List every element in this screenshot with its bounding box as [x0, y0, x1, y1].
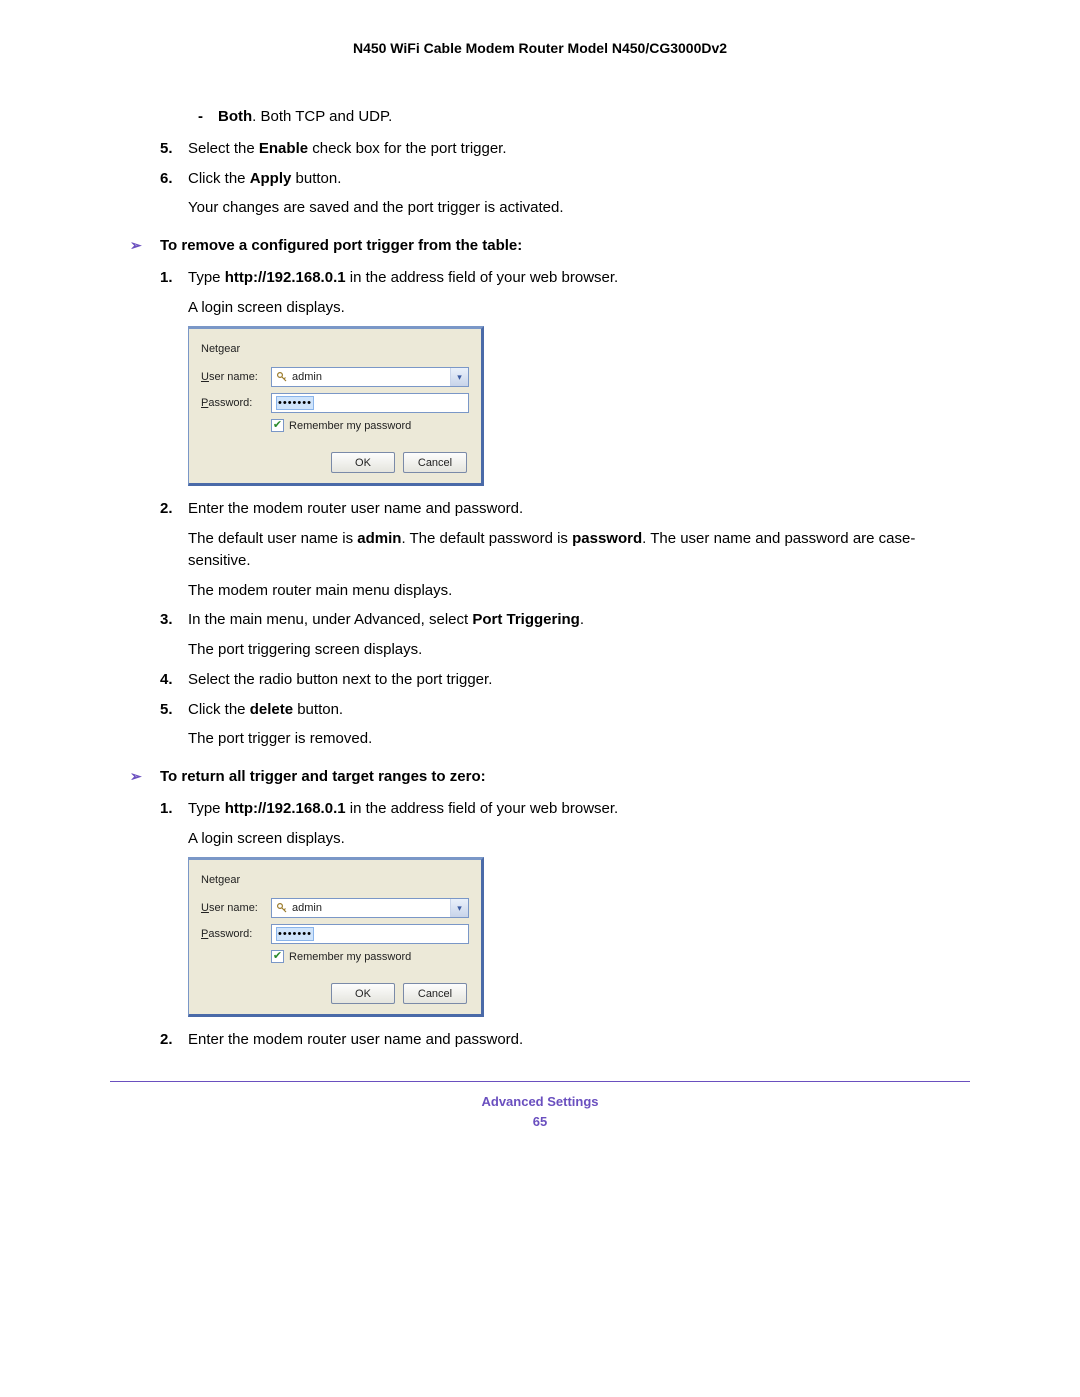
- login-buttons: OK Cancel: [201, 452, 469, 473]
- step-num: 1.: [160, 267, 188, 289]
- body-content: - Both. Both TCP and UDP. 5. Select the …: [110, 106, 970, 1051]
- bullet-desc: . Both TCP and UDP.: [252, 108, 392, 125]
- remove-step-2-cont-b: The modem router main menu displays.: [188, 580, 970, 602]
- login-user-row: User name: admin ▾: [201, 367, 469, 387]
- key-icon: [276, 902, 288, 914]
- footer-section: Advanced Settings: [110, 1092, 970, 1112]
- login-pass-row: Password: •••••••: [201, 924, 469, 944]
- step-text: Type http://192.168.0.1 in the address f…: [188, 267, 970, 289]
- step-text: Click the delete button.: [188, 699, 970, 721]
- arrow-icon: ➢: [130, 235, 160, 257]
- step-num: 6.: [160, 168, 188, 190]
- step-text: Type http://192.168.0.1 in the address f…: [188, 798, 970, 820]
- checkbox-checked-icon[interactable]: ✔: [271, 950, 284, 963]
- remove-step-5: 5. Click the delete button.: [160, 699, 970, 721]
- bullet-text: Both. Both TCP and UDP.: [218, 106, 392, 128]
- return-step-2: 2. Enter the modem router user name and …: [160, 1029, 970, 1051]
- step-num: 5.: [160, 699, 188, 721]
- login-buttons: OK Cancel: [201, 983, 469, 1004]
- login-realm: Netgear: [201, 343, 469, 355]
- login-user-value: admin: [292, 371, 322, 383]
- login-pass-row: Password: •••••••: [201, 393, 469, 413]
- step-num: 3.: [160, 609, 188, 631]
- login-user-label: User name:: [201, 371, 271, 383]
- login-pass-label: Password:: [201, 928, 271, 940]
- step-text: Click the Apply button.: [188, 168, 970, 190]
- cancel-button[interactable]: Cancel: [403, 452, 467, 473]
- remove-step-2-cont-a: The default user name is admin. The defa…: [188, 528, 970, 572]
- cancel-button[interactable]: Cancel: [403, 983, 467, 1004]
- bullet-label: Both: [218, 108, 252, 125]
- heading-text: To return all trigger and target ranges …: [160, 766, 486, 788]
- remove-step-1: 1. Type http://192.168.0.1 in the addres…: [160, 267, 970, 289]
- footer-rule: [110, 1081, 970, 1082]
- step-text: In the main menu, under Advanced, select…: [188, 609, 970, 631]
- heading-remove: ➢ To remove a configured port trigger fr…: [130, 235, 970, 257]
- bullet-both: - Both. Both TCP and UDP.: [198, 106, 970, 128]
- return-step-1-cont: A login screen displays.: [188, 828, 970, 850]
- login-remember[interactable]: ✔ Remember my password: [271, 950, 469, 963]
- document-page: N450 WiFi Cable Modem Router Model N450/…: [0, 0, 1080, 1161]
- login-pass-input[interactable]: •••••••: [271, 393, 469, 413]
- login-user-value: admin: [292, 902, 322, 914]
- step-num: 1.: [160, 798, 188, 820]
- login-dialog: Netgear User name: admin ▾ Password:: [188, 857, 484, 1017]
- step-num: 4.: [160, 669, 188, 691]
- return-step-1: 1. Type http://192.168.0.1 in the addres…: [160, 798, 970, 820]
- remove-step-3-cont: The port triggering screen displays.: [188, 639, 970, 661]
- login-dialog: Netgear User name: admin ▾ Password:: [188, 326, 484, 486]
- arrow-icon: ➢: [130, 766, 160, 788]
- chevron-down-icon[interactable]: ▾: [450, 899, 468, 917]
- login-pass-label: Password:: [201, 397, 271, 409]
- step-num: 2.: [160, 498, 188, 520]
- page-footer: Advanced Settings 65: [110, 1092, 970, 1131]
- login-pass-input[interactable]: •••••••: [271, 924, 469, 944]
- login-user-combo[interactable]: admin ▾: [271, 367, 469, 387]
- chevron-down-icon[interactable]: ▾: [450, 368, 468, 386]
- footer-page-number: 65: [110, 1112, 970, 1132]
- login-pass-mask: •••••••: [276, 396, 314, 410]
- remove-step-4: 4. Select the radio button next to the p…: [160, 669, 970, 691]
- login-user-label: User name:: [201, 902, 271, 914]
- heading-return: ➢ To return all trigger and target range…: [130, 766, 970, 788]
- heading-text: To remove a configured port trigger from…: [160, 235, 522, 257]
- step-5: 5. Select the Enable check box for the p…: [160, 138, 970, 160]
- remove-step-3: 3. In the main menu, under Advanced, sel…: [160, 609, 970, 631]
- key-icon: [276, 371, 288, 383]
- step-num: 2.: [160, 1029, 188, 1051]
- step-text: Select the Enable check box for the port…: [188, 138, 970, 160]
- login-user-combo[interactable]: admin ▾: [271, 898, 469, 918]
- step-text: Enter the modem router user name and pas…: [188, 498, 970, 520]
- login-remember[interactable]: ✔ Remember my password: [271, 419, 469, 432]
- ok-button[interactable]: OK: [331, 983, 395, 1004]
- step-text: Enter the modem router user name and pas…: [188, 1029, 970, 1051]
- bullet-dash: -: [198, 106, 218, 128]
- page-header: N450 WiFi Cable Modem Router Model N450/…: [110, 40, 970, 56]
- step-text: Select the radio button next to the port…: [188, 669, 970, 691]
- checkbox-checked-icon[interactable]: ✔: [271, 419, 284, 432]
- remove-step-1-cont: A login screen displays.: [188, 297, 970, 319]
- step-num: 5.: [160, 138, 188, 160]
- login-pass-mask: •••••••: [276, 927, 314, 941]
- ok-button[interactable]: OK: [331, 452, 395, 473]
- remove-step-5-cont: The port trigger is removed.: [188, 728, 970, 750]
- login-user-row: User name: admin ▾: [201, 898, 469, 918]
- login-realm: Netgear: [201, 874, 469, 886]
- step-6: 6. Click the Apply button.: [160, 168, 970, 190]
- step-6-cont: Your changes are saved and the port trig…: [188, 197, 970, 219]
- remove-step-2: 2. Enter the modem router user name and …: [160, 498, 970, 520]
